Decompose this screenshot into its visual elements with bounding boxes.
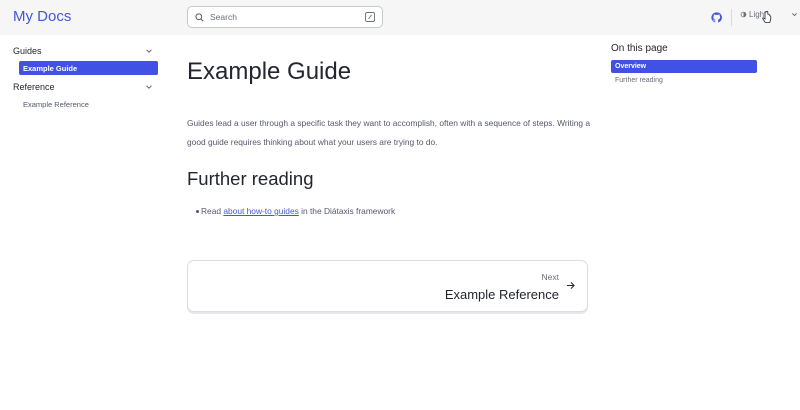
search-icon (195, 12, 204, 22)
chevron-down-icon (792, 13, 797, 17)
intro-paragraph: Guides lead a user through a specific ta… (187, 118, 590, 147)
toc-title: On this page (611, 43, 668, 54)
search-button[interactable]: Search (187, 6, 383, 28)
site-title-link[interactable]: My Docs (13, 8, 71, 25)
sidebar-group-reference[interactable]: Reference (13, 82, 153, 92)
next-label: Next (541, 272, 559, 282)
header-divider (731, 9, 732, 26)
arrow-right-icon (566, 281, 575, 290)
chevron-down-icon (146, 85, 152, 89)
sidebar-item-example-guide[interactable]: Example Guide (19, 61, 158, 75)
theme-icon (740, 11, 747, 18)
sidebar-group-guides[interactable]: Guides (13, 46, 153, 56)
chevron-down-icon (146, 49, 152, 53)
section-heading-further-reading: Further reading (187, 168, 314, 189)
next-page-link[interactable]: Next Example Reference (187, 260, 588, 312)
shortcut-icon (365, 12, 375, 22)
top-header: My Docs Search Light (0, 0, 800, 35)
toc-item-further-reading[interactable]: Further reading (611, 74, 757, 87)
sidebar-item-example-reference[interactable]: Example Reference (19, 97, 158, 111)
list-item: Read about how-to guides in the Diátaxis… (195, 206, 396, 216)
next-page-title: Example Reference (444, 287, 559, 302)
page-title: Example Guide (187, 58, 352, 85)
list-item-suffix: in the Diátaxis framework (298, 206, 396, 216)
sidebar-group-label: Guides (13, 46, 42, 56)
toc-item-overview[interactable]: Overview (611, 60, 757, 73)
mouse-cursor-icon (762, 11, 772, 23)
github-icon[interactable] (711, 12, 722, 23)
list-item-prefix: Read (201, 206, 224, 216)
search-placeholder: Search (210, 12, 237, 22)
how-to-guides-link[interactable]: about how-to guides (223, 206, 298, 216)
sidebar-group-label: Reference (13, 82, 55, 92)
